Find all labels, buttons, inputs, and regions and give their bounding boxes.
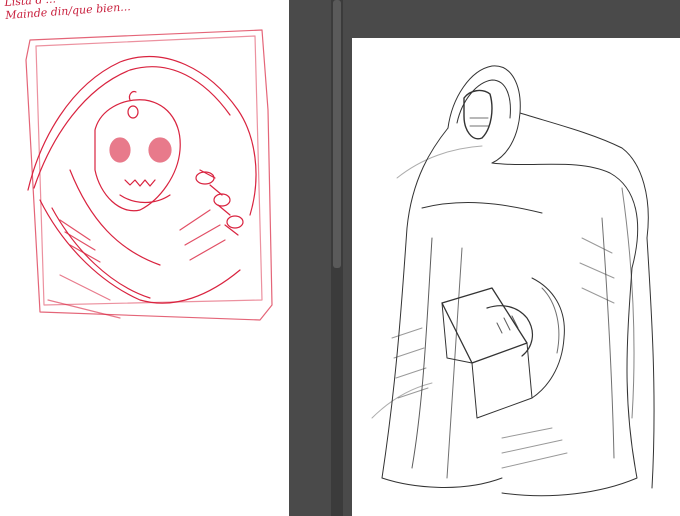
left-scrollbar-thumb[interactable] xyxy=(333,0,341,268)
left-document-pane: Lista d'... Mainde din/que bien... xyxy=(0,0,343,516)
left-vertical-scrollbar[interactable] xyxy=(331,0,343,516)
hooded-figure-pencil-sketch xyxy=(371,65,655,497)
right-document-pane xyxy=(343,0,680,516)
hooded-figure-red-sketch xyxy=(25,29,273,321)
pencil-sketch-canvas[interactable] xyxy=(352,38,680,516)
red-sketch-canvas[interactable]: Lista d'... Mainde din/que bien... xyxy=(0,0,289,516)
